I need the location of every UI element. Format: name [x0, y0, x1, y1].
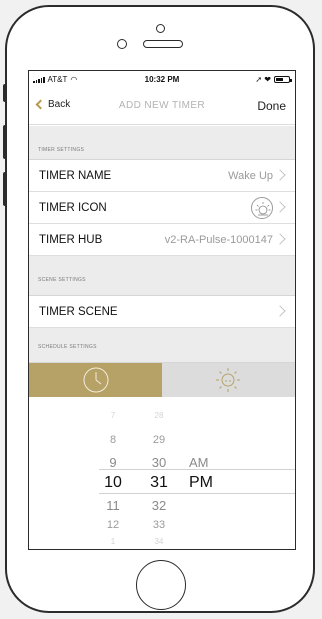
section-label: SCENE SETTINGS	[38, 277, 86, 283]
timer-hub-row[interactable]: TIMER HUB v2-RA-Pulse-1000147	[29, 224, 295, 256]
picker-hour: 1	[110, 537, 116, 546]
app-screen: AT&T ◠ 10:32 PM ➚ ❤ Back ADD NEW TIMER D…	[28, 70, 296, 550]
picker-hour: 9	[109, 455, 117, 470]
section-header-scene-settings: SCENE SETTINGS	[29, 256, 295, 296]
section-header-schedule-settings: SCHEDULE SETTINGS	[29, 328, 295, 363]
row-label: TIMER SCENE	[39, 306, 118, 318]
timer-name-value: Wake Up	[228, 170, 273, 182]
timer-icon-row[interactable]: TIMER ICON	[29, 192, 295, 224]
page-title: ADD NEW TIMER	[118, 100, 206, 111]
row-label: TIMER HUB	[39, 234, 103, 246]
row-label: TIMER NAME	[39, 170, 112, 182]
picker-minute: 28	[154, 411, 164, 420]
nav-bar: Back ADD NEW TIMER Done	[29, 89, 295, 125]
picker-minute: 32	[151, 498, 167, 513]
location-alarm-icons: ➚ ❤	[255, 75, 271, 84]
front-camera-icon	[117, 39, 127, 49]
picker-selection-line	[99, 493, 295, 494]
picker-hour: 7	[110, 411, 116, 420]
timer-name-row[interactable]: TIMER NAME Wake Up	[29, 160, 295, 192]
chevron-right-icon	[274, 201, 286, 213]
picker-am: AM	[189, 455, 209, 470]
battery-icon	[274, 76, 292, 83]
picker-minute: 33	[152, 519, 166, 531]
picker-minute: 34	[154, 537, 164, 546]
speaker-grille	[143, 40, 183, 48]
sunrise-icon	[251, 197, 273, 219]
volume-down-button	[3, 172, 7, 206]
chevron-right-icon	[274, 169, 286, 181]
sun-tab[interactable]	[162, 363, 295, 397]
picker-hour: 12	[106, 519, 120, 531]
clock-tab[interactable]	[29, 363, 162, 397]
timer-scene-row[interactable]: TIMER SCENE	[29, 296, 295, 328]
volume-up-button	[3, 125, 7, 159]
schedule-type-toggle	[29, 363, 295, 397]
picker-minute-selected: 31	[150, 474, 168, 491]
picker-hour: 11	[106, 498, 120, 513]
done-button[interactable]: Done	[257, 99, 286, 113]
section-label: SCHEDULE SETTINGS	[38, 344, 97, 350]
picker-minute: 29	[152, 434, 166, 446]
picker-pm-selected: PM	[189, 474, 213, 491]
picker-minute: 30	[151, 455, 167, 470]
chevron-right-icon	[274, 305, 286, 317]
picker-hour: 8	[109, 434, 117, 446]
sun-icon	[216, 368, 240, 392]
section-header-timer-settings: TIMER SETTINGS	[29, 126, 295, 160]
picker-hour-selected: 10	[104, 474, 122, 491]
chevron-right-icon	[274, 233, 286, 245]
timer-hub-value: v2-RA-Pulse-1000147	[164, 234, 273, 246]
camera-icon	[156, 24, 165, 33]
clock-icon	[83, 367, 109, 393]
time-picker[interactable]: 7 8 9 10 11 12 1 28 29 30 31 32 33 34 AM…	[29, 397, 295, 549]
status-bar: AT&T ◠ 10:32 PM ➚ ❤	[29, 71, 295, 89]
row-label: TIMER ICON	[39, 202, 107, 214]
home-button[interactable]	[136, 560, 186, 610]
section-label: TIMER SETTINGS	[38, 147, 85, 153]
mute-switch	[3, 84, 7, 102]
